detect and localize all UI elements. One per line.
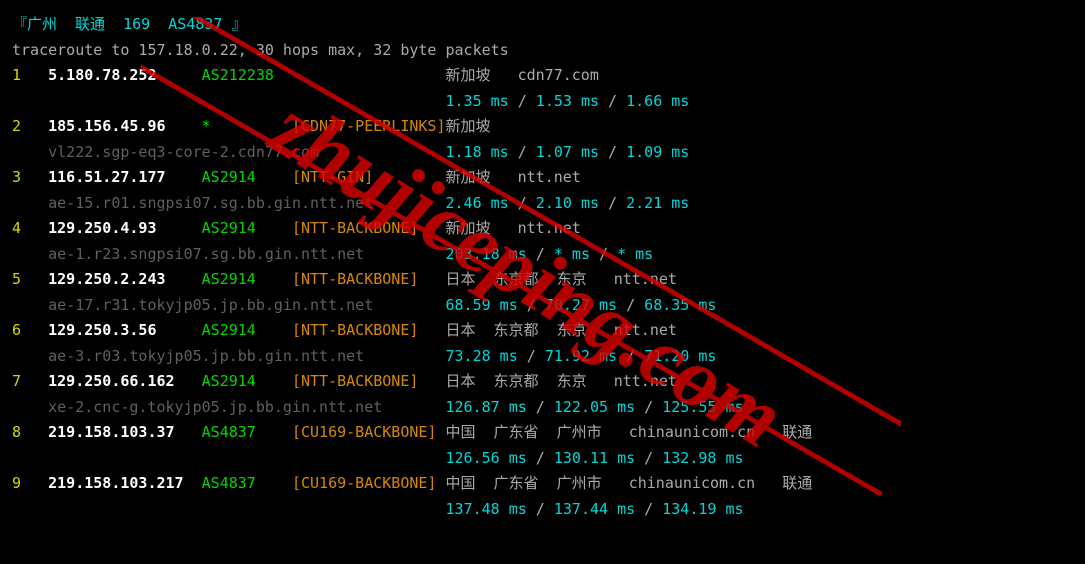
hop-number: 4 (12, 219, 48, 237)
hop-number: 3 (12, 168, 48, 186)
hop-t1: 73.28 ms (445, 347, 517, 365)
hop-t3: 134.19 ms (662, 500, 743, 518)
hop-row: 2 185.156.45.96 * [CDN77-PEERLINKS]新加坡 (12, 114, 1073, 140)
hop-asn: AS4837 (202, 474, 292, 492)
hop-asn: AS2914 (202, 270, 292, 288)
hop-location: 日本 东京都 东京 ntt.net (446, 372, 677, 390)
hop-number: 9 (12, 474, 48, 492)
hop-detail: 1.35 ms / 1.53 ms / 1.66 ms (12, 89, 1073, 115)
hop-detail: ae-3.r03.tokyjp05.jp.bb.gin.ntt.net 73.2… (12, 344, 1073, 370)
hop-ip: 185.156.45.96 (48, 117, 202, 135)
hop-ip: 5.180.78.252 (48, 66, 202, 84)
hop-t3: 1.09 ms (626, 143, 689, 161)
hop-location: 中国 广东省 广州市 chinaunicom.cn 联通 (446, 423, 813, 441)
hop-t2: 70.27 ms (545, 296, 617, 314)
hop-tag: [CU169-BACKBONE] (292, 423, 446, 441)
hop-detail: 126.56 ms / 130.11 ms / 132.98 ms (12, 446, 1073, 472)
hop-location: 日本 东京都 东京 ntt.net (446, 321, 677, 339)
hop-t1: 137.48 ms (445, 500, 526, 518)
hop-t3: 71.20 ms (644, 347, 716, 365)
hop-asn: AS2914 (202, 321, 292, 339)
hop-row: 4 129.250.4.93 AS2914 [NTT-BACKBONE] 新加坡… (12, 216, 1073, 242)
hop-row: 9 219.158.103.217 AS4837 [CU169-BACKBONE… (12, 471, 1073, 497)
hop-asn: AS4837 (202, 423, 292, 441)
hop-row: 6 129.250.3.56 AS2914 [NTT-BACKBONE] 日本 … (12, 318, 1073, 344)
hop-ip: 129.250.3.56 (48, 321, 202, 339)
hop-asn: AS212238 (202, 66, 292, 84)
hop-t2: 2.10 ms (536, 194, 599, 212)
hop-number: 5 (12, 270, 48, 288)
hop-detail: ae-1.r23.sngpsi07.sg.bb.gin.ntt.net 203.… (12, 242, 1073, 268)
hop-t3: 125.55 ms (662, 398, 743, 416)
hop-number: 1 (12, 66, 48, 84)
hop-number: 6 (12, 321, 48, 339)
route-header: 『广州 联通 169 AS4837 』 (12, 12, 1073, 38)
traceroute-cmd: traceroute to 157.18.0.22, 30 hops max, … (12, 38, 1073, 64)
hop-tag: [NTT-BACKBONE] (292, 270, 446, 288)
hop-row: 3 116.51.27.177 AS2914 [NTT-GIN] 新加坡 ntt… (12, 165, 1073, 191)
hop-t3: 2.21 ms (626, 194, 689, 212)
hop-asn: AS2914 (202, 168, 292, 186)
hop-asn: * (202, 117, 292, 135)
hop-t3: 1.66 ms (626, 92, 689, 110)
hop-rdns: ae-17.r31.tokyjp05.jp.bb.gin.ntt.net (12, 296, 445, 314)
hop-location: 新加坡 cdn77.com (446, 66, 599, 84)
hop-location: 新加坡 (446, 117, 491, 135)
hop-detail: ae-15.r01.sngpsi07.sg.bb.gin.ntt.net 2.4… (12, 191, 1073, 217)
hop-t2: 1.53 ms (536, 92, 599, 110)
hop-number: 8 (12, 423, 48, 441)
hop-tag (292, 66, 446, 84)
hop-t1: 2.46 ms (445, 194, 508, 212)
hop-number: 7 (12, 372, 48, 390)
hop-row: 5 129.250.2.243 AS2914 [NTT-BACKBONE] 日本… (12, 267, 1073, 293)
hop-t1: 1.18 ms (445, 143, 508, 161)
hop-ip: 129.250.2.243 (48, 270, 202, 288)
hop-tag: [CDN77-PEERLINKS] (292, 117, 446, 135)
hop-t2: 71.92 ms (545, 347, 617, 365)
hop-t2: * ms (554, 245, 590, 263)
hop-ip: 129.250.4.93 (48, 219, 202, 237)
hop-t1: 1.35 ms (445, 92, 508, 110)
hop-detail: 137.48 ms / 137.44 ms / 134.19 ms (12, 497, 1073, 523)
hop-asn: AS2914 (202, 372, 292, 390)
hop-row: 8 219.158.103.37 AS4837 [CU169-BACKBONE]… (12, 420, 1073, 446)
hop-t3: 132.98 ms (662, 449, 743, 467)
hop-location: 新加坡 ntt.net (446, 168, 581, 186)
hop-t1: 68.59 ms (445, 296, 517, 314)
hop-ip: 219.158.103.217 (48, 474, 202, 492)
hop-t3: * ms (617, 245, 653, 263)
hop-location: 新加坡 ntt.net (446, 219, 581, 237)
hop-t2: 122.05 ms (554, 398, 635, 416)
hop-tag: [CU169-BACKBONE] (292, 474, 446, 492)
hop-tag: [NTT-GIN] (292, 168, 446, 186)
hop-ip: 219.158.103.37 (48, 423, 202, 441)
hop-row: 1 5.180.78.252 AS212238 新加坡 cdn77.com (12, 63, 1073, 89)
hop-t1: 126.87 ms (445, 398, 526, 416)
hop-rdns: vl222.sgp-eq3-core-2.cdn77.com (12, 143, 445, 161)
hop-detail: xe-2.cnc-g.tokyjp05.jp.bb.gin.ntt.net 12… (12, 395, 1073, 421)
hop-t2: 1.07 ms (536, 143, 599, 161)
hop-tag: [NTT-BACKBONE] (292, 321, 446, 339)
hop-rdns: ae-15.r01.sngpsi07.sg.bb.gin.ntt.net (12, 194, 445, 212)
hop-location: 日本 东京都 东京 ntt.net (446, 270, 677, 288)
hop-rdns: xe-2.cnc-g.tokyjp05.jp.bb.gin.ntt.net (12, 398, 445, 416)
hop-t2: 137.44 ms (554, 500, 635, 518)
hop-t2: 130.11 ms (554, 449, 635, 467)
terminal-output: 『广州 联通 169 AS4837 』 traceroute to 157.18… (12, 12, 1073, 522)
hop-ip: 116.51.27.177 (48, 168, 202, 186)
hop-tag: [NTT-BACKBONE] (292, 372, 446, 390)
hop-number: 2 (12, 117, 48, 135)
hop-t1: 126.56 ms (445, 449, 526, 467)
hop-t3: 68.35 ms (644, 296, 716, 314)
hop-asn: AS2914 (202, 219, 292, 237)
hop-detail: vl222.sgp-eq3-core-2.cdn77.com 1.18 ms /… (12, 140, 1073, 166)
hop-location: 中国 广东省 广州市 chinaunicom.cn 联通 (446, 474, 813, 492)
hop-rdns: ae-3.r03.tokyjp05.jp.bb.gin.ntt.net (12, 347, 445, 365)
hop-ip: 129.250.66.162 (48, 372, 202, 390)
hop-rdns: ae-1.r23.sngpsi07.sg.bb.gin.ntt.net (12, 245, 445, 263)
hop-row: 7 129.250.66.162 AS2914 [NTT-BACKBONE] 日… (12, 369, 1073, 395)
hop-tag: [NTT-BACKBONE] (292, 219, 446, 237)
hop-detail: ae-17.r31.tokyjp05.jp.bb.gin.ntt.net 68.… (12, 293, 1073, 319)
hop-t1: 203.18 ms (445, 245, 526, 263)
